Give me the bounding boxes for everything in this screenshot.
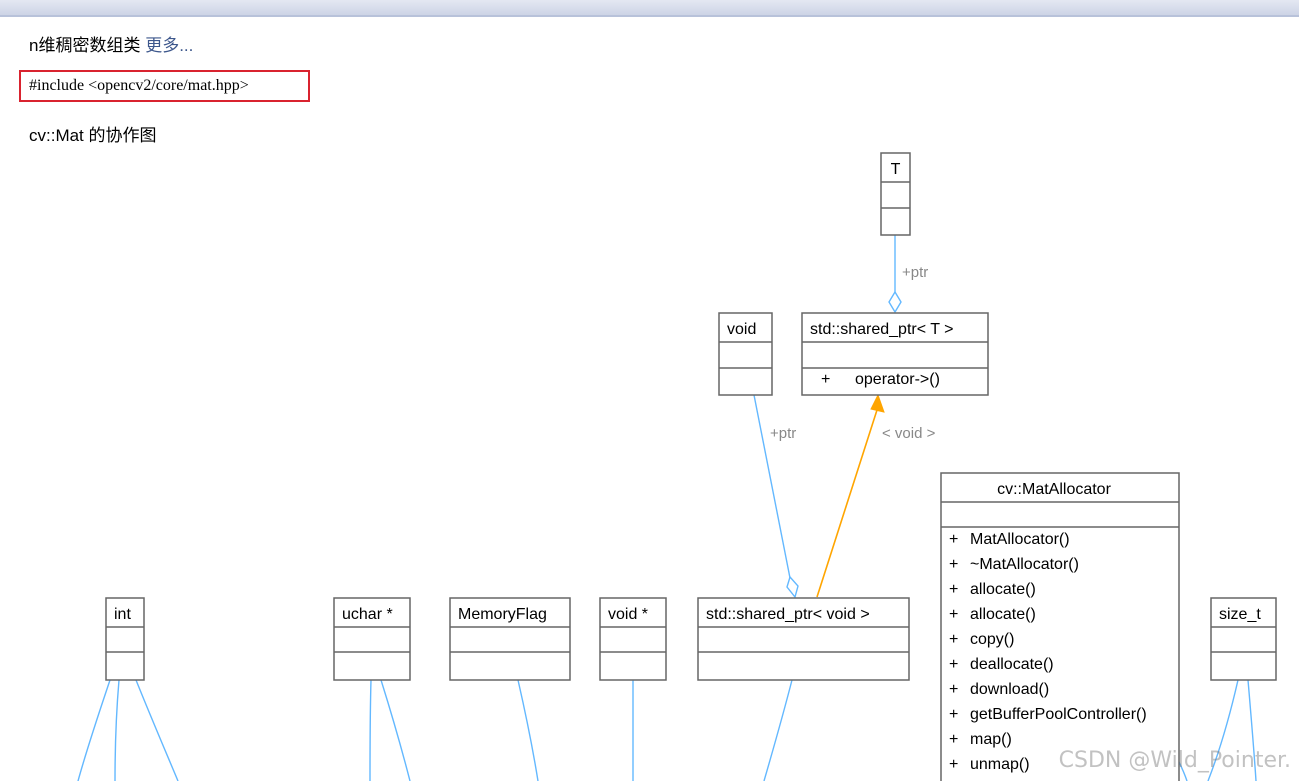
edge-void-to-shared-ptr-void [753,394,791,579]
node-title-uchar-ptr: uchar * [342,606,393,623]
node-title-void-ptr: void * [608,606,648,623]
method-marker: + [949,656,958,673]
mat-allocator-method: map() [970,731,1012,748]
edge-template-instantiation [816,409,878,598]
edge-label-t-ptr: +ptr [902,264,928,281]
edge-sharedptrvoid [763,679,793,781]
mat-allocator-method: deallocate() [970,656,1054,673]
method-marker: + [949,756,958,773]
mat-allocator-method: MatAllocator() [970,531,1070,548]
template-arrowhead [870,393,885,413]
edge-int-2 [114,679,120,781]
aggregation-diamond-shared-ptr-t [888,290,902,314]
edge-memoryflag [517,679,539,781]
edge-int-3 [135,679,179,781]
edge-uchar-2 [380,679,411,781]
node-title-void: void [727,321,756,338]
edge-int-1 [77,679,111,781]
csdn-watermark: CSDN @Wild_Pointer. [1058,748,1291,773]
method-operator-arrow: operator->() [855,371,940,388]
mat-allocator-method: copy() [970,631,1014,648]
mat-allocator-method: download() [970,681,1049,698]
node-title-mat-allocator: cv::MatAllocator [997,481,1111,498]
mat-allocator-method: allocate() [970,606,1036,623]
method-marker: + [949,556,958,573]
method-marker: + [949,581,958,598]
mat-allocator-method: getBufferPoolController() [970,706,1147,723]
mat-allocator-method: ~MatAllocator() [970,556,1079,573]
method-marker: + [949,731,958,748]
node-title-int: int [114,606,131,623]
method-marker: + [949,681,958,698]
node-title-shared-ptr-void: std::shared_ptr< void > [706,606,870,623]
collaboration-diagram: +ptr +ptr < void > T void std::shared_pt… [77,152,1277,781]
mat-allocator-method: allocate() [970,581,1036,598]
edge-label-template: < void > [882,425,936,442]
node-title-memory-flag: MemoryFlag [458,606,547,623]
method-marker: + [949,531,958,548]
node-title-size-t: size_t [1219,606,1261,623]
method-marker: + [821,371,830,388]
mat-allocator-method: unmap() [970,756,1030,773]
method-marker: + [949,606,958,623]
method-marker: + [949,631,958,648]
node-title-shared-ptr-t: std::shared_ptr< T > [810,321,954,338]
aggregation-diamond-shared-ptr-void [786,575,799,599]
node-title-t: T [891,161,901,178]
method-marker: + [949,706,958,723]
edge-label-void-ptr: +ptr [770,425,796,442]
edge-uchar-1 [369,679,372,781]
